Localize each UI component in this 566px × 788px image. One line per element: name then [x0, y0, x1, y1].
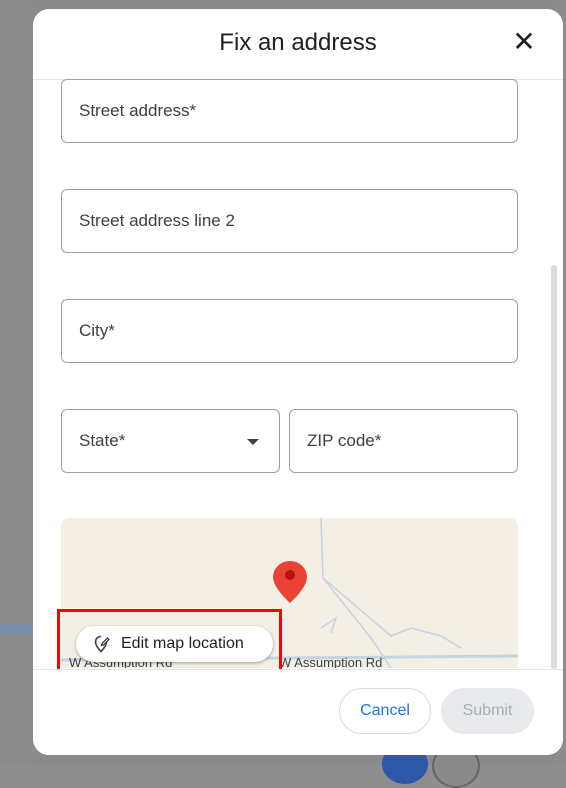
street-address-field[interactable]: Street address*: [61, 79, 518, 143]
dropdown-arrow-icon: [247, 439, 259, 445]
dialog-title: Fix an address: [219, 29, 377, 56]
street-address-line-2-placeholder: Street address line 2: [79, 211, 235, 230]
street-address-line-2-field[interactable]: Street address line 2: [61, 189, 518, 253]
zip-code-field[interactable]: ZIP code*: [289, 409, 518, 473]
city-field[interactable]: City*: [61, 299, 518, 363]
state-select[interactable]: State*: [61, 409, 280, 473]
state-placeholder: State*: [79, 431, 126, 450]
dialog-scrollbar[interactable]: [551, 265, 557, 669]
zip-code-placeholder: ZIP code*: [307, 431, 382, 450]
background-road: [0, 624, 33, 634]
dialog-body: Street address* Street address line 2 Ci…: [33, 79, 563, 669]
map-pin-icon: [273, 561, 307, 603]
cancel-button[interactable]: Cancel: [339, 688, 431, 734]
close-icon[interactable]: ✕: [509, 27, 539, 57]
background-map-edge: [0, 0, 33, 764]
road-label: W Assumption Rd: [279, 655, 383, 668]
city-placeholder: City*: [79, 321, 115, 340]
dialog-header: Fix an address ✕: [33, 9, 563, 80]
dialog-footer: Cancel Submit: [33, 669, 563, 755]
submit-button[interactable]: Submit: [441, 688, 534, 734]
street-address-placeholder: Street address*: [79, 101, 197, 120]
fix-address-dialog: Fix an address ✕ Street address* Street …: [33, 9, 563, 755]
